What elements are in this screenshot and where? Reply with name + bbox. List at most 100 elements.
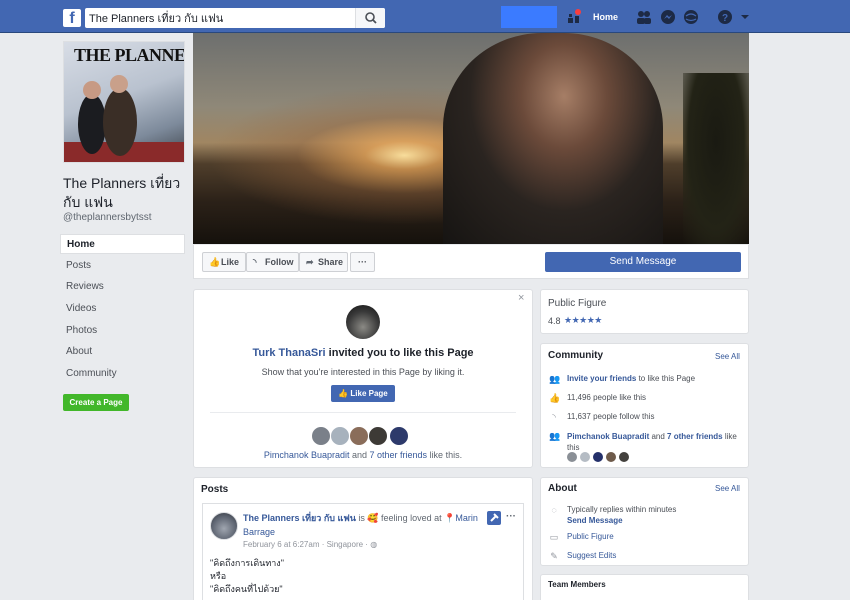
more-actions-button[interactable]: ··· [350, 252, 375, 272]
nav-item-reviews[interactable]: Reviews [60, 277, 185, 297]
close-icon[interactable]: × [518, 292, 524, 304]
nav-item-posts[interactable]: Posts [60, 256, 185, 276]
rating-stars[interactable]: ★★★★★ [564, 315, 602, 326]
follow-rss-icon: ◝ [552, 412, 556, 422]
like-button[interactable]: 👍Like [202, 252, 246, 272]
pencil-icon: ✎ [550, 551, 558, 561]
account-menu-chevron-icon[interactable] [740, 9, 756, 25]
post-text-line: "คิดถึงคนที่ไปด้วย" [210, 584, 283, 594]
public-figure-card [540, 289, 749, 334]
page-username[interactable]: @theplannersbytsst [63, 212, 152, 223]
messenger-icon: ◌ [551, 505, 557, 515]
follow-button[interactable]: ◝ Follow [246, 252, 299, 272]
follow-rss-icon: ◝ [253, 257, 257, 267]
nav-item-community[interactable]: Community [60, 364, 185, 384]
nav-item-videos[interactable]: Videos [60, 299, 185, 319]
page-name[interactable]: The Planners เที่ยว กับ แฟน [63, 174, 193, 212]
follow-button-label: Follow [265, 257, 294, 267]
suggest-edits-link[interactable]: Suggest Edits [567, 551, 616, 560]
nav-item-about[interactable]: About [60, 342, 185, 362]
thumbs-up-icon: 👍 [549, 393, 561, 403]
create-page-button[interactable]: Create a Page [63, 394, 129, 411]
about-see-all-link[interactable]: See All [715, 484, 740, 493]
share-button[interactable]: ➦ Share [299, 252, 348, 272]
search-box [85, 8, 385, 28]
share-arrow-icon: ➦ [306, 257, 314, 267]
suggest-edits-row: Suggest Edits [567, 551, 616, 560]
other-friends-link[interactable]: 7 other friends [667, 432, 723, 441]
requests-icon[interactable] [566, 9, 582, 25]
search-input[interactable] [89, 10, 351, 26]
about-category-link[interactable]: Public Figure [567, 532, 614, 541]
post-timestamp[interactable]: February 6 at 6:27am · Singapore · [243, 540, 370, 549]
friend-name-link[interactable]: Pimchanok Buapradit [567, 432, 649, 441]
invite-friends-row: Invite your friends to like this Page [567, 374, 695, 383]
about-send-message-link: Send Message [567, 516, 623, 525]
friends-like-connector: and [649, 432, 668, 441]
community-title: Community [548, 350, 603, 361]
nav-item-photos[interactable]: Photos [60, 321, 185, 341]
post-text-line: "คิดถึงการเดินทาง" [210, 558, 284, 568]
like-page-button[interactable]: 👍 Like Page [331, 385, 395, 402]
post-author-avatar[interactable] [210, 512, 238, 540]
post-author-link[interactable]: The Planners เที่ยว กับ แฟน [243, 513, 356, 523]
category-icon: ▭ [549, 532, 559, 542]
pin-post-icon[interactable] [487, 511, 501, 525]
friend-avatar[interactable] [368, 426, 388, 446]
likes-count: 11,496 people like this [567, 393, 647, 402]
post-header: The Planners เที่ยว กับ แฟน is 🥰 feeling… [243, 511, 493, 539]
friend-requests-icon[interactable] [636, 9, 652, 25]
friend-avatar[interactable] [593, 452, 603, 462]
response-time: Typically replies within minutes [567, 505, 677, 514]
follows-count: 11,637 people follow this [567, 412, 655, 421]
friend-avatar[interactable] [349, 426, 369, 446]
notifications-globe-icon[interactable] [683, 9, 699, 25]
post-options-button[interactable]: ··· [506, 511, 516, 522]
inviter-avatar[interactable] [346, 305, 380, 339]
cover-photo[interactable] [193, 33, 749, 244]
community-see-all-link[interactable]: See All [715, 352, 740, 361]
inviter-name-link[interactable]: Turk ThanaSri [252, 347, 325, 359]
svg-text:?: ? [722, 13, 728, 24]
help-icon[interactable]: ? [717, 9, 733, 25]
post-text-line: หรือ [210, 571, 227, 581]
like-page-button-label: Like Page [350, 389, 388, 398]
facebook-logo[interactable]: f [63, 9, 81, 27]
profile-picture[interactable]: THE PLANNERS [63, 41, 185, 163]
post-location-link[interactable]: Marin [455, 513, 478, 523]
friend-avatar[interactable] [311, 426, 331, 446]
friends-like-suffix: like this. [427, 450, 463, 460]
friend-avatar[interactable] [619, 452, 629, 462]
cover-couple-silhouette [443, 33, 663, 244]
nav-item-home[interactable]: Home [60, 234, 185, 254]
invite-friends-link[interactable]: Invite your friends [567, 374, 636, 383]
home-link[interactable]: Home [593, 12, 618, 22]
friends-like-text: Pimchanok Buapradit and 7 other friends … [193, 450, 533, 460]
friend-name-link[interactable]: Pimchanok Buapradit [264, 450, 350, 460]
friend-avatar[interactable] [330, 426, 350, 446]
location-pin-icon: 📍 [444, 513, 456, 523]
messenger-icon[interactable] [660, 9, 676, 25]
team-members-title: Team Members [548, 580, 606, 589]
like-button-label: Like [221, 257, 240, 267]
invite-friends-icon: 👥 [549, 374, 561, 384]
profile-shortcut[interactable] [501, 6, 557, 28]
rating-value: 4.8 [548, 316, 561, 326]
friend-avatar[interactable] [606, 452, 616, 462]
send-message-button[interactable]: Send Message [545, 252, 741, 272]
posts-title: Posts [201, 484, 229, 495]
page-category[interactable]: Public Figure [548, 298, 606, 309]
friend-avatar[interactable] [580, 452, 590, 462]
post-location-link-cont[interactable]: Barrage [243, 527, 275, 537]
post-activity-text: is 🥰 feeling loved at [355, 513, 445, 523]
invite-title: Turk ThanaSri invited you to like this P… [193, 347, 533, 359]
thumbs-up-icon: 👍 [209, 257, 221, 267]
about-send-message-label[interactable]: Send Message [567, 516, 623, 525]
search-button[interactable] [355, 8, 385, 28]
friend-avatar[interactable] [567, 452, 577, 462]
share-button-label: Share [318, 257, 344, 267]
friends-like-row: Pimchanok Buapradit and 7 other friends … [567, 431, 745, 453]
friend-avatar[interactable] [389, 426, 409, 446]
invite-title-text: invited you to like this Page [325, 347, 474, 359]
other-friends-link[interactable]: 7 other friends [370, 450, 428, 460]
